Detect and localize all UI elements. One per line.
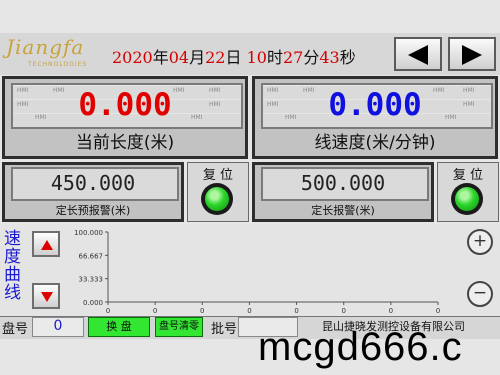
alarm-length-input[interactable]: 500.000 bbox=[261, 167, 429, 201]
status-lamp-icon bbox=[201, 183, 233, 215]
month-value: 04 bbox=[168, 48, 190, 67]
right-triangle-icon bbox=[462, 45, 482, 65]
logo-text: Jiangfa bbox=[6, 35, 85, 59]
y-tick-label: 66.667 bbox=[79, 252, 104, 260]
x-tick-label: 0 bbox=[294, 307, 298, 314]
red-down-arrow-icon bbox=[41, 292, 53, 302]
disc-number-label: 盘号 bbox=[2, 322, 29, 337]
prealarm-reset-button[interactable]: 复 位 bbox=[187, 162, 249, 222]
minute-unit: 分 bbox=[303, 48, 320, 67]
status-lamp-icon bbox=[451, 183, 483, 215]
month-unit: 月 bbox=[189, 48, 206, 67]
batch-number-label: 批号 bbox=[211, 322, 238, 337]
year-value: 2020 bbox=[112, 48, 153, 67]
chart-scroll-up-button[interactable] bbox=[32, 231, 60, 257]
x-tick-label: 0 bbox=[200, 307, 204, 314]
current-length-label: 当前长度(米) bbox=[75, 133, 175, 153]
change-disc-button[interactable]: 换 盘 bbox=[88, 317, 150, 337]
current-length-display: HMI HMI HMI HMI HMI HMI HMI HMI 0.000 bbox=[11, 83, 243, 129]
zoom-out-button[interactable]: − bbox=[467, 281, 493, 307]
y-tick-label: 33.333 bbox=[79, 276, 104, 284]
line-speed-value: 0.000 bbox=[328, 87, 422, 123]
prealarm-length-label: 定长预报警(米) bbox=[55, 204, 131, 217]
disc-number-value: 0 bbox=[32, 317, 84, 337]
minute-value: 27 bbox=[282, 48, 304, 67]
chart-scroll-down-button[interactable] bbox=[32, 283, 60, 309]
prealarm-length-input[interactable]: 450.000 bbox=[11, 167, 179, 201]
zoom-in-button[interactable]: + bbox=[467, 229, 493, 255]
speed-trend-chart: 100.00066.66733.3330.0000 0 0 0 0 0 0 0 bbox=[74, 229, 440, 314]
x-tick-label: 0 bbox=[247, 307, 251, 314]
x-tick-label: 0 bbox=[341, 307, 345, 314]
left-triangle-icon bbox=[408, 45, 428, 65]
hour-value: 10 bbox=[246, 48, 267, 67]
prealarm-length-panel: 450.000 定长预报警(米) bbox=[2, 162, 184, 222]
hour-unit: 时 bbox=[266, 48, 283, 67]
alarm-length-panel: 500.000 定长报警(米) bbox=[252, 162, 434, 222]
day-unit: 日 bbox=[225, 48, 242, 67]
red-up-arrow-icon bbox=[41, 240, 53, 250]
company-logo: Jiangfa TECHNOLOGIES bbox=[2, 35, 110, 71]
logo-subtext: TECHNOLOGIES bbox=[28, 61, 88, 68]
speed-chart-title: 速度曲线 bbox=[4, 229, 21, 303]
prealarm-length-value: 450.000 bbox=[50, 171, 136, 195]
prev-page-button[interactable] bbox=[394, 37, 442, 71]
x-tick-label: 0 bbox=[106, 307, 110, 314]
current-length-panel: HMI HMI HMI HMI HMI HMI HMI HMI 0.000 当前… bbox=[2, 76, 248, 159]
line-speed-display: HMI HMI HMI HMI HMI HMI HMI HMI 0.000 bbox=[261, 83, 493, 129]
x-tick-label: 0 bbox=[436, 307, 440, 314]
second-value: 43 bbox=[319, 48, 340, 67]
second-unit: 秒 bbox=[339, 48, 356, 67]
day-value: 22 bbox=[205, 48, 226, 67]
datetime-display: 2020年04月22日 10时27分43秒 bbox=[112, 44, 356, 68]
alarm-length-value: 500.000 bbox=[300, 171, 386, 195]
x-tick-label: 0 bbox=[389, 307, 393, 314]
x-tick-label: 0 bbox=[153, 307, 157, 314]
line-speed-panel: HMI HMI HMI HMI HMI HMI HMI HMI 0.000 线速… bbox=[252, 76, 498, 159]
current-length-value: 0.000 bbox=[78, 87, 172, 123]
clear-disc-number-button[interactable]: 盘号清零 bbox=[155, 317, 203, 337]
year-unit: 年 bbox=[152, 48, 169, 67]
y-tick-label: 100.000 bbox=[74, 229, 103, 237]
reset-label: 复 位 bbox=[452, 168, 484, 183]
line-speed-label: 线速度(米/分钟) bbox=[314, 133, 436, 153]
reset-label: 复 位 bbox=[202, 168, 234, 183]
alarm-reset-button[interactable]: 复 位 bbox=[437, 162, 499, 222]
y-tick-label: 0.000 bbox=[83, 299, 103, 307]
next-page-button[interactable] bbox=[448, 37, 496, 71]
site-watermark: mcgd666.c bbox=[258, 325, 463, 369]
alarm-length-label: 定长报警(米) bbox=[311, 204, 375, 217]
